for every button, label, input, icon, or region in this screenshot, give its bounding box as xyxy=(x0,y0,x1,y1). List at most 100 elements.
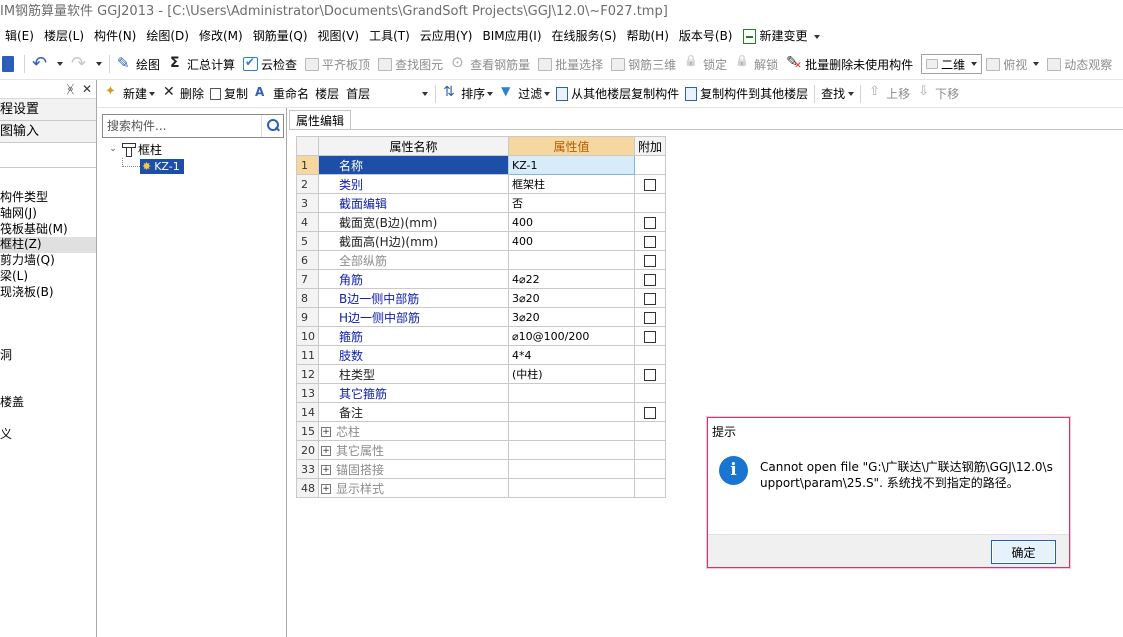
property-value[interactable]: 400 xyxy=(508,212,635,232)
filter-button[interactable]: 过滤 xyxy=(496,80,553,108)
property-value[interactable] xyxy=(508,250,635,270)
expand-icon[interactable]: + xyxy=(321,446,331,456)
property-value[interactable] xyxy=(508,440,635,460)
property-value[interactable] xyxy=(508,383,635,403)
delete-button[interactable]: 删除 xyxy=(158,80,207,108)
level-slab-button[interactable]: 平齐板顶 xyxy=(301,49,374,80)
property-name[interactable]: 截面高(H边)(mm) xyxy=(318,231,509,251)
move-up-button[interactable]: 上移 xyxy=(864,80,913,108)
batch-select-button[interactable]: 批量选择 xyxy=(534,49,607,80)
extra-checkbox[interactable] xyxy=(644,330,656,343)
property-name[interactable]: + 芯柱 xyxy=(318,421,509,441)
cloud-check-button[interactable]: 云检查 xyxy=(239,49,301,80)
property-value[interactable]: 否 xyxy=(508,193,635,213)
property-name[interactable]: 类别 xyxy=(318,174,509,194)
floor-dropdown[interactable]: 首层 xyxy=(342,84,432,104)
view-mode-dropdown[interactable]: 二维 xyxy=(921,54,983,74)
tree-item[interactable]: 义 xyxy=(0,427,96,443)
property-name[interactable]: 柱类型 xyxy=(318,364,509,384)
collapse-icon[interactable]: ⌄ xyxy=(108,144,118,154)
property-name[interactable]: + 显示样式 xyxy=(318,478,509,498)
lock-button[interactable]: 锁定 xyxy=(680,49,731,80)
tree-item[interactable] xyxy=(0,364,96,380)
tree-child[interactable]: ✸ KZ-1 xyxy=(122,157,283,174)
table-row[interactable]: 33 + 锚固搭接 xyxy=(296,459,667,479)
property-value[interactable]: KZ-1 xyxy=(508,155,635,175)
menu-view[interactable]: 视图(V) xyxy=(313,24,365,49)
table-row[interactable]: 7 角筋 4⌀22 xyxy=(296,269,667,289)
tree-item[interactable]: 构件类型 xyxy=(0,190,96,206)
copy-button[interactable]: 复制 xyxy=(207,80,251,108)
property-value[interactable]: 框架柱 xyxy=(508,174,635,194)
tree-item[interactable]: 现浇板(B) xyxy=(0,285,96,301)
menu-cloud[interactable]: 云应用(Y) xyxy=(415,24,478,49)
property-name[interactable]: + 锚固搭接 xyxy=(318,459,509,479)
tree-item[interactable] xyxy=(0,380,96,396)
menu-draw[interactable]: 绘图(D) xyxy=(141,24,194,49)
batch-delete-button[interactable]: 批量删除未使用构件 xyxy=(782,49,917,80)
redo-button[interactable] xyxy=(67,49,106,80)
unlock-button[interactable]: 解锁 xyxy=(731,49,782,80)
close-icon[interactable]: ✕ xyxy=(82,82,92,96)
menu-version[interactable]: 版本号(B) xyxy=(674,24,738,49)
property-value[interactable]: 3⌀20 xyxy=(508,307,635,327)
tree-child-selected[interactable]: ✸ KZ-1 xyxy=(140,158,184,174)
expand-icon[interactable]: + xyxy=(321,465,331,475)
extra-checkbox[interactable] xyxy=(644,311,656,324)
extra-checkbox[interactable] xyxy=(644,254,656,267)
property-name[interactable]: 备注 xyxy=(318,402,509,422)
tree-item-selected[interactable]: 框柱(Z) xyxy=(0,237,96,254)
find-button[interactable]: 查找 xyxy=(818,80,857,108)
table-row[interactable]: 48 + 显示样式 xyxy=(296,478,667,498)
tree-item[interactable]: 洞 xyxy=(0,348,96,364)
tree-item[interactable] xyxy=(0,301,96,317)
property-value[interactable] xyxy=(508,459,635,479)
menu-floor[interactable]: 楼层(L) xyxy=(39,24,89,49)
undo-button[interactable] xyxy=(28,49,67,80)
extra-checkbox[interactable] xyxy=(644,406,656,419)
menu-online[interactable]: 在线服务(S) xyxy=(547,24,622,49)
rename-button[interactable]: 重命名 xyxy=(251,80,312,108)
tree-item[interactable]: 筏板基础(M) xyxy=(0,222,96,238)
menu-bim[interactable]: BIM应用(I) xyxy=(477,24,546,49)
table-row[interactable]: 13 其它箍筋 xyxy=(296,383,667,403)
property-name[interactable]: 箍筋 xyxy=(318,326,509,346)
tree-item[interactable] xyxy=(0,411,96,427)
extra-checkbox[interactable] xyxy=(644,178,656,191)
tree-item[interactable] xyxy=(0,332,96,348)
table-row[interactable]: 1 名称 KZ-1 xyxy=(296,155,667,175)
property-value[interactable]: 400 xyxy=(508,231,635,251)
copy-to-other-button[interactable]: 复制构件到其他楼层 xyxy=(682,80,811,108)
property-name[interactable]: + 其它属性 xyxy=(318,440,509,460)
table-row[interactable]: 15 + 芯柱 xyxy=(296,421,667,441)
property-value[interactable] xyxy=(508,478,635,498)
extra-checkbox[interactable] xyxy=(644,368,656,381)
table-row[interactable]: 3 截面编辑 否 xyxy=(296,193,667,213)
property-value[interactable]: (中柱) xyxy=(508,364,635,384)
extra-checkbox[interactable] xyxy=(644,292,656,305)
menu-rebar[interactable]: 钢筋量(Q) xyxy=(248,24,313,49)
table-row[interactable]: 11 肢数 4*4 xyxy=(296,345,667,365)
top-view-button[interactable]: 俯视 xyxy=(982,49,1043,80)
dynamic-view-button[interactable]: 动态观察 xyxy=(1043,49,1116,80)
move-down-button[interactable]: 下移 xyxy=(913,80,962,108)
tree-item[interactable]: 梁(L) xyxy=(0,269,96,285)
find-element-button[interactable]: 查找图元 xyxy=(374,49,447,80)
table-row[interactable]: 20 + 其它属性 xyxy=(296,440,667,460)
table-row[interactable]: 4 截面宽(B边)(mm) 400 xyxy=(296,212,667,232)
extra-checkbox[interactable] xyxy=(644,235,656,248)
search-input[interactable] xyxy=(103,115,261,137)
property-name[interactable]: 其它箍筋 xyxy=(318,383,509,403)
table-row[interactable]: 14 备注 xyxy=(296,402,667,422)
copy-from-other-button[interactable]: 从其他楼层复制构件 xyxy=(553,80,682,108)
menu-tools[interactable]: 工具(T) xyxy=(364,24,415,49)
pin-icon[interactable]: ᚸ xyxy=(67,82,74,96)
table-row[interactable]: 10 箍筋 ⌀10@100/200 xyxy=(296,326,667,346)
summary-button[interactable]: 汇总计算 xyxy=(164,49,239,80)
property-name[interactable]: 截面宽(B边)(mm) xyxy=(318,212,509,232)
rebar-3d-button[interactable]: 钢筋三维 xyxy=(607,49,680,80)
tab-property-edit[interactable]: 属性编辑 xyxy=(289,110,352,130)
nav-drawing-input[interactable]: 图输入 xyxy=(0,121,96,143)
table-row[interactable]: 5 截面高(H边)(mm) 400 xyxy=(296,231,667,251)
search-icon[interactable] xyxy=(261,115,283,137)
